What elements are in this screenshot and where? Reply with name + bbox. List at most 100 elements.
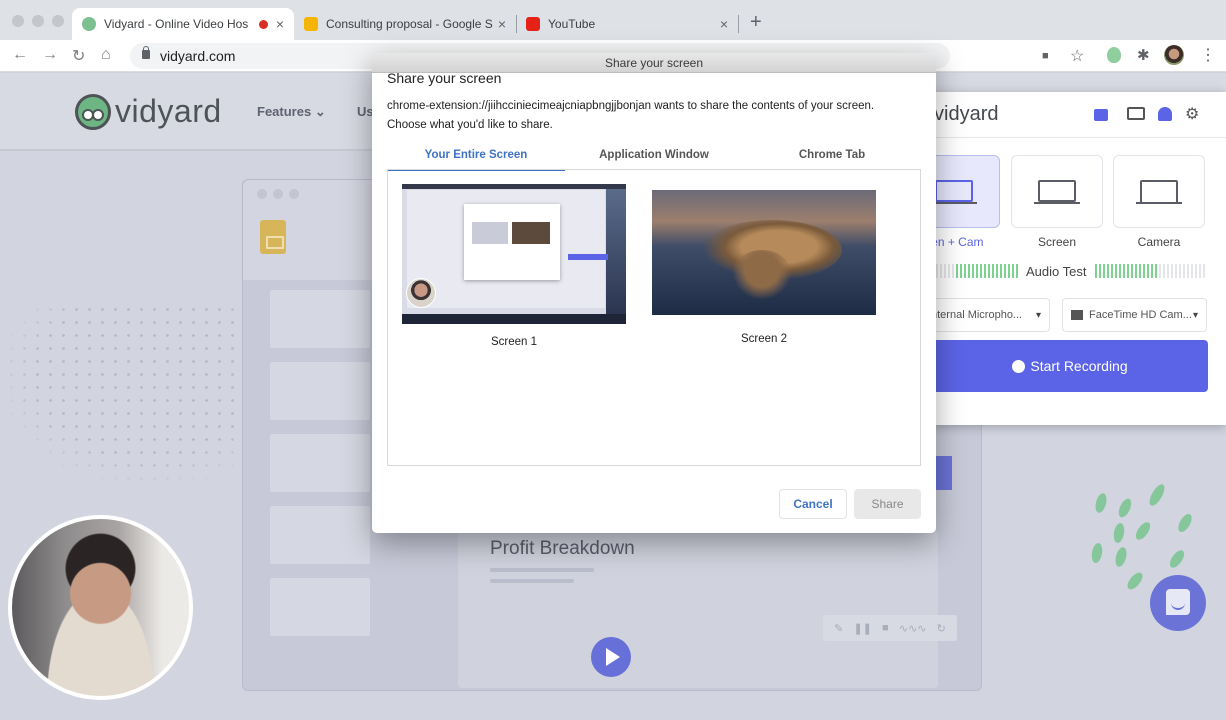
extension-header: vidyard ⚙ — [932, 92, 1226, 138]
mode-label: Camera — [1137, 235, 1181, 249]
mock-slide-thumbnails — [270, 290, 370, 650]
minimize-window-button[interactable] — [32, 15, 44, 27]
dialog-description: chrome-extension://jiihcciniecimeajcniap… — [387, 97, 927, 135]
close-tab-icon[interactable]: × — [498, 16, 506, 32]
placeholder-line — [490, 568, 594, 572]
back-button[interactable]: ← — [12, 46, 28, 64]
recording-indicator-icon — [258, 19, 268, 29]
library-icon[interactable] — [1127, 107, 1145, 120]
screen-label: Screen 2 — [740, 333, 788, 345]
extension-logo: vidyard — [934, 103, 999, 125]
tab-title: YouTube — [548, 17, 596, 31]
audio-meter-left — [956, 264, 1020, 278]
audio-meter-right — [1095, 264, 1159, 278]
screen-option-2[interactable]: Screen 2 — [652, 184, 876, 345]
bookmark-star-icon[interactable]: ☆ — [1070, 46, 1084, 66]
url-text: vidyard.com — [160, 48, 236, 64]
screen-icon — [1034, 180, 1080, 204]
tab-title: Vidyard - Online Video Hos — [104, 17, 249, 31]
chevron-down-icon: ▾ — [1035, 309, 1041, 321]
camera-icon — [1071, 310, 1083, 320]
webcam-bubble-thumbnail — [406, 278, 436, 308]
notifications-icon[interactable] — [1158, 107, 1172, 121]
chat-support-button[interactable] — [1150, 575, 1206, 631]
mode-screen[interactable] — [1011, 155, 1103, 228]
cancel-button[interactable]: Cancel — [779, 489, 847, 519]
google-slides-icon — [304, 17, 318, 31]
tab-youtube[interactable]: YouTube × — [516, 8, 738, 40]
maximize-window-button[interactable] — [52, 15, 64, 27]
mock-window-controls — [257, 189, 299, 199]
dot-pattern-decoration — [5, 303, 245, 483]
mock-blue-accent — [936, 456, 952, 490]
home-button[interactable]: ⌂ — [101, 46, 111, 64]
pencil-icon[interactable]: ✎ — [834, 622, 843, 635]
lock-icon — [142, 46, 150, 59]
share-source-tabs: Your Entire Screen Application Window Ch… — [387, 145, 921, 171]
camera-select[interactable]: FaceTime HD Cam... ▾ — [1062, 298, 1207, 332]
screen-label: Screen 1 — [490, 336, 538, 348]
stop-icon[interactable]: ■ — [882, 622, 889, 634]
screen-list-panel: Screen 1 Screen 2 — [387, 169, 921, 466]
slide-thumbnail — [270, 506, 370, 564]
tab-chrome-tab[interactable]: Chrome Tab — [743, 145, 921, 171]
vidyard-extension-popup: vidyard ⚙ een + Cam Screen Camera Audio … — [908, 92, 1226, 425]
vidyard-logo[interactable]: vidyard — [75, 93, 222, 130]
pause-icon[interactable]: ❚❚ — [853, 622, 871, 635]
nav-label: Features — [257, 104, 312, 119]
dialog-description-line: Choose what you'd like to share. — [387, 119, 553, 131]
dialog-description-line: chrome-extension://jiihcciniecimeajcniap… — [387, 100, 875, 112]
tab-entire-screen[interactable]: Your Entire Screen — [387, 145, 565, 171]
nav-features[interactable]: Features ⌄ — [257, 104, 326, 120]
reload-button[interactable]: ↻ — [72, 46, 85, 66]
vidyard-extension-icon[interactable] — [1107, 47, 1121, 63]
vidyard-icon — [82, 17, 96, 31]
dialog-heading: Share your screen — [387, 70, 502, 86]
microphone-select[interactable]: nternal Micropho... ▾ — [922, 298, 1050, 332]
play-button[interactable] — [591, 637, 631, 677]
restart-icon[interactable]: ↻ — [937, 622, 946, 635]
recording-mini-toolbar: ✎ ❚❚ ■ ∿∿∿ ↻ — [823, 615, 957, 641]
slide-thumbnail — [270, 578, 370, 636]
mode-camera[interactable] — [1113, 155, 1205, 228]
close-tab-icon[interactable]: × — [276, 16, 284, 32]
mock-slide-title: Profit Breakdown — [490, 538, 635, 559]
tab-title: Consulting proposal - Google S — [326, 17, 493, 31]
logo-text: vidyard — [115, 93, 222, 129]
record-dot-icon — [1012, 359, 1026, 373]
microphone-select-value: nternal Micropho... — [931, 309, 1023, 321]
webcam-preview-bubble[interactable] — [8, 515, 193, 700]
placeholder-line — [490, 579, 574, 583]
google-slides-icon — [260, 220, 286, 254]
start-recording-button[interactable]: Start Recording — [932, 340, 1208, 392]
camera-in-use-icon[interactable]: ■ — [1042, 50, 1049, 62]
tab-divider — [738, 15, 739, 33]
mode-label: Screen — [1037, 235, 1077, 249]
screen-option-1[interactable]: Screen 1 — [402, 184, 626, 348]
audio-meter-right-inactive — [1159, 264, 1205, 278]
share-screen-dialog: Share your screen Share your screen chro… — [372, 53, 936, 533]
screen-2-thumbnail — [652, 190, 876, 315]
settings-gear-icon[interactable]: ⚙ — [1185, 104, 1203, 123]
tab-application-window[interactable]: Application Window — [565, 145, 743, 171]
youtube-icon — [526, 17, 540, 31]
new-tab-button[interactable]: + — [750, 11, 762, 34]
camera-select-value: FaceTime HD Cam... — [1089, 309, 1192, 321]
browser-tab-strip: Vidyard - Online Video Hos × Consulting … — [0, 0, 1226, 40]
screen-1-thumbnail — [402, 184, 626, 324]
chrome-menu-icon[interactable]: ⋮ — [1200, 45, 1216, 65]
close-tab-icon[interactable]: × — [720, 16, 728, 32]
window-controls — [12, 15, 64, 27]
close-window-button[interactable] — [12, 15, 24, 27]
vidyard-robot-icon — [75, 93, 111, 130]
audio-test-label: Audio Test — [1026, 264, 1087, 279]
profile-avatar[interactable] — [1164, 45, 1184, 65]
share-button[interactable]: Share — [854, 489, 921, 519]
tab-consulting-proposal[interactable]: Consulting proposal - Google S × — [294, 8, 516, 40]
chevron-down-icon: ▾ — [1192, 309, 1198, 321]
forward-button[interactable]: → — [42, 46, 58, 64]
record-video-icon[interactable] — [1094, 109, 1108, 121]
tab-vidyard[interactable]: Vidyard - Online Video Hos × — [72, 8, 294, 40]
extensions-puzzle-icon[interactable]: ✱ — [1137, 46, 1150, 64]
slide-thumbnail — [270, 362, 370, 420]
